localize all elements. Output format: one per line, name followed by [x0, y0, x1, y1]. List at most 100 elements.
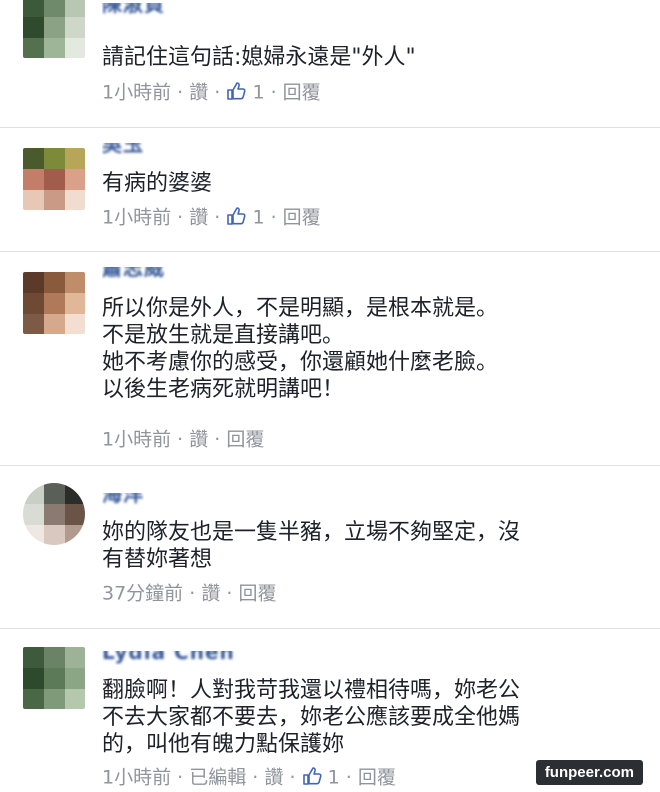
avatar[interactable] — [23, 148, 85, 210]
avatar-mosaic-cell — [44, 504, 65, 525]
avatar[interactable] — [23, 483, 85, 545]
avatar-mosaic-cell — [44, 169, 65, 190]
meta-separator: · — [214, 81, 221, 104]
thumbs-up-icon[interactable] — [226, 81, 246, 101]
comment-timestamp[interactable]: 37分鐘前 — [102, 583, 183, 605]
avatar-mosaic-cell — [23, 314, 44, 334]
like-button[interactable]: 讚 — [189, 82, 208, 104]
like-button[interactable]: 讚 — [264, 767, 283, 789]
avatar-mosaic-cell — [65, 0, 85, 17]
meta-separator: · — [226, 582, 233, 605]
comment-meta: 37分鐘前 · 讚 · 回覆 — [102, 581, 277, 606]
avatar-mosaic-cell — [23, 38, 44, 58]
comment-author-name[interactable]: 海洋 — [102, 493, 144, 507]
comment-timestamp[interactable]: 1小時前 — [102, 207, 171, 229]
meta-separator: · — [177, 428, 184, 451]
like-count[interactable]: 1 — [328, 767, 340, 789]
avatar-mosaic-cell — [44, 668, 65, 689]
avatar-mosaic-cell — [23, 293, 44, 314]
reply-button[interactable]: 回覆 — [358, 767, 396, 789]
meta-separator: · — [189, 582, 196, 605]
meta-separator: · — [345, 766, 352, 789]
avatar-mosaic-cell — [65, 190, 85, 210]
avatar-mosaic-cell — [65, 525, 85, 545]
avatar[interactable] — [23, 272, 85, 334]
watermark-logo: funpeer.com — [535, 760, 643, 785]
comment-author-name[interactable]: Lydia Chen — [102, 651, 235, 665]
reply-button[interactable]: 回覆 — [283, 207, 321, 229]
avatar-mosaic-cell — [23, 169, 44, 190]
like-count[interactable]: 1 — [252, 82, 264, 104]
avatar-mosaic-cell — [44, 314, 65, 334]
like-button[interactable]: 讚 — [189, 207, 208, 229]
avatar-mosaic-cell — [44, 689, 65, 709]
comment-author-name[interactable]: 陳淑貞 — [102, 3, 165, 17]
avatar-mosaic-cell — [44, 190, 65, 210]
comment-meta: 1小時前 · 讚 · 1 · 回覆 — [102, 205, 321, 230]
meta-separator: · — [252, 766, 259, 789]
comment-timestamp[interactable]: 1小時前 — [102, 767, 171, 789]
thumbs-up-icon[interactable] — [226, 206, 246, 226]
reply-button[interactable]: 回覆 — [283, 82, 321, 104]
comment-timestamp[interactable]: 1小時前 — [102, 82, 171, 104]
avatar-mosaic-cell — [65, 314, 85, 334]
avatar-mosaic-cell — [65, 38, 85, 58]
comment-text: 妳的隊友也是一隻半豬，立場不夠堅定，沒 有替妳著想 — [102, 520, 521, 572]
avatar-mosaic-cell — [23, 689, 44, 709]
meta-separator: · — [177, 81, 184, 104]
comment-timestamp[interactable]: 1小時前 — [102, 429, 171, 451]
avatar-mosaic-cell — [23, 148, 44, 169]
thumbs-up-icon[interactable] — [302, 766, 322, 786]
avatar-mosaic-cell — [65, 17, 85, 38]
comment-text: 有病的婆婆 — [102, 171, 213, 196]
comment-meta: 1小時前 · 讚 · 1 · 回覆 — [102, 80, 321, 105]
comment-meta: 1小時前 · 讚 · 回覆 — [102, 427, 264, 452]
avatar-mosaic-cell — [44, 0, 65, 17]
like-button[interactable]: 讚 — [201, 583, 220, 605]
avatar-mosaic-cell — [23, 647, 44, 668]
meta-separator: · — [177, 206, 184, 229]
meta-separator: · — [177, 766, 184, 789]
avatar-mosaic-cell — [44, 148, 65, 169]
avatar-mosaic-cell — [65, 483, 85, 504]
edited-label[interactable]: 已編輯 — [189, 767, 246, 789]
comment-meta: 1小時前 · 已編輯 · 讚 · 1 · 回覆 — [102, 765, 396, 790]
avatar-mosaic-cell — [65, 668, 85, 689]
avatar-mosaic-cell — [23, 190, 44, 210]
avatar-mosaic-cell — [23, 272, 44, 293]
comment-author-name[interactable]: 吳玉 — [102, 143, 144, 157]
meta-separator: · — [289, 766, 296, 789]
avatar-mosaic-cell — [23, 668, 44, 689]
avatar[interactable] — [23, 0, 85, 58]
avatar-mosaic-cell — [65, 293, 85, 314]
comment-item: 吳玉 有病的婆婆 1小時前 · 讚 · 1 · 回覆 — [0, 128, 660, 250]
comment-item: 海洋 妳的隊友也是一隻半豬，立場不夠堅定，沒 有替妳著想 37分鐘前 · 讚 ·… — [0, 466, 660, 621]
avatar-mosaic-cell — [23, 483, 44, 504]
comment-item: 陳淑貞 請記住這句話:媳婦永遠是"外人" 1小時前 · 讚 · 1 · 回覆 — [0, 0, 660, 126]
avatar-mosaic-cell — [44, 272, 65, 293]
avatar-mosaic-cell — [65, 169, 85, 190]
comment-author-name[interactable]: 蕭志威 — [102, 267, 165, 281]
avatar-mosaic-cell — [44, 647, 65, 668]
avatar-mosaic-cell — [44, 483, 65, 504]
reply-button[interactable]: 回覆 — [226, 429, 264, 451]
avatar-mosaic-cell — [23, 0, 44, 17]
avatar-mosaic-cell — [44, 525, 65, 545]
meta-separator: · — [214, 206, 221, 229]
comment-text: 請記住這句話:媳婦永遠是"外人" — [102, 45, 416, 70]
avatar[interactable] — [23, 647, 85, 709]
meta-separator: · — [270, 81, 277, 104]
comment-text: 所以你是外人，不是明顯，是根本就是。 不是放生就是直接講吧。 她不考慮你的感受，… — [102, 296, 499, 402]
avatar-mosaic-cell — [65, 647, 85, 668]
meta-separator: · — [214, 428, 221, 451]
meta-separator: · — [270, 206, 277, 229]
reply-button[interactable]: 回覆 — [238, 583, 276, 605]
avatar-mosaic-cell — [65, 148, 85, 169]
avatar-mosaic-cell — [44, 38, 65, 58]
avatar-mosaic-cell — [23, 504, 44, 525]
avatar-mosaic-cell — [65, 272, 85, 293]
like-button[interactable]: 讚 — [189, 429, 208, 451]
like-count[interactable]: 1 — [252, 207, 264, 229]
avatar-mosaic-cell — [44, 293, 65, 314]
avatar-mosaic-cell — [65, 689, 85, 709]
